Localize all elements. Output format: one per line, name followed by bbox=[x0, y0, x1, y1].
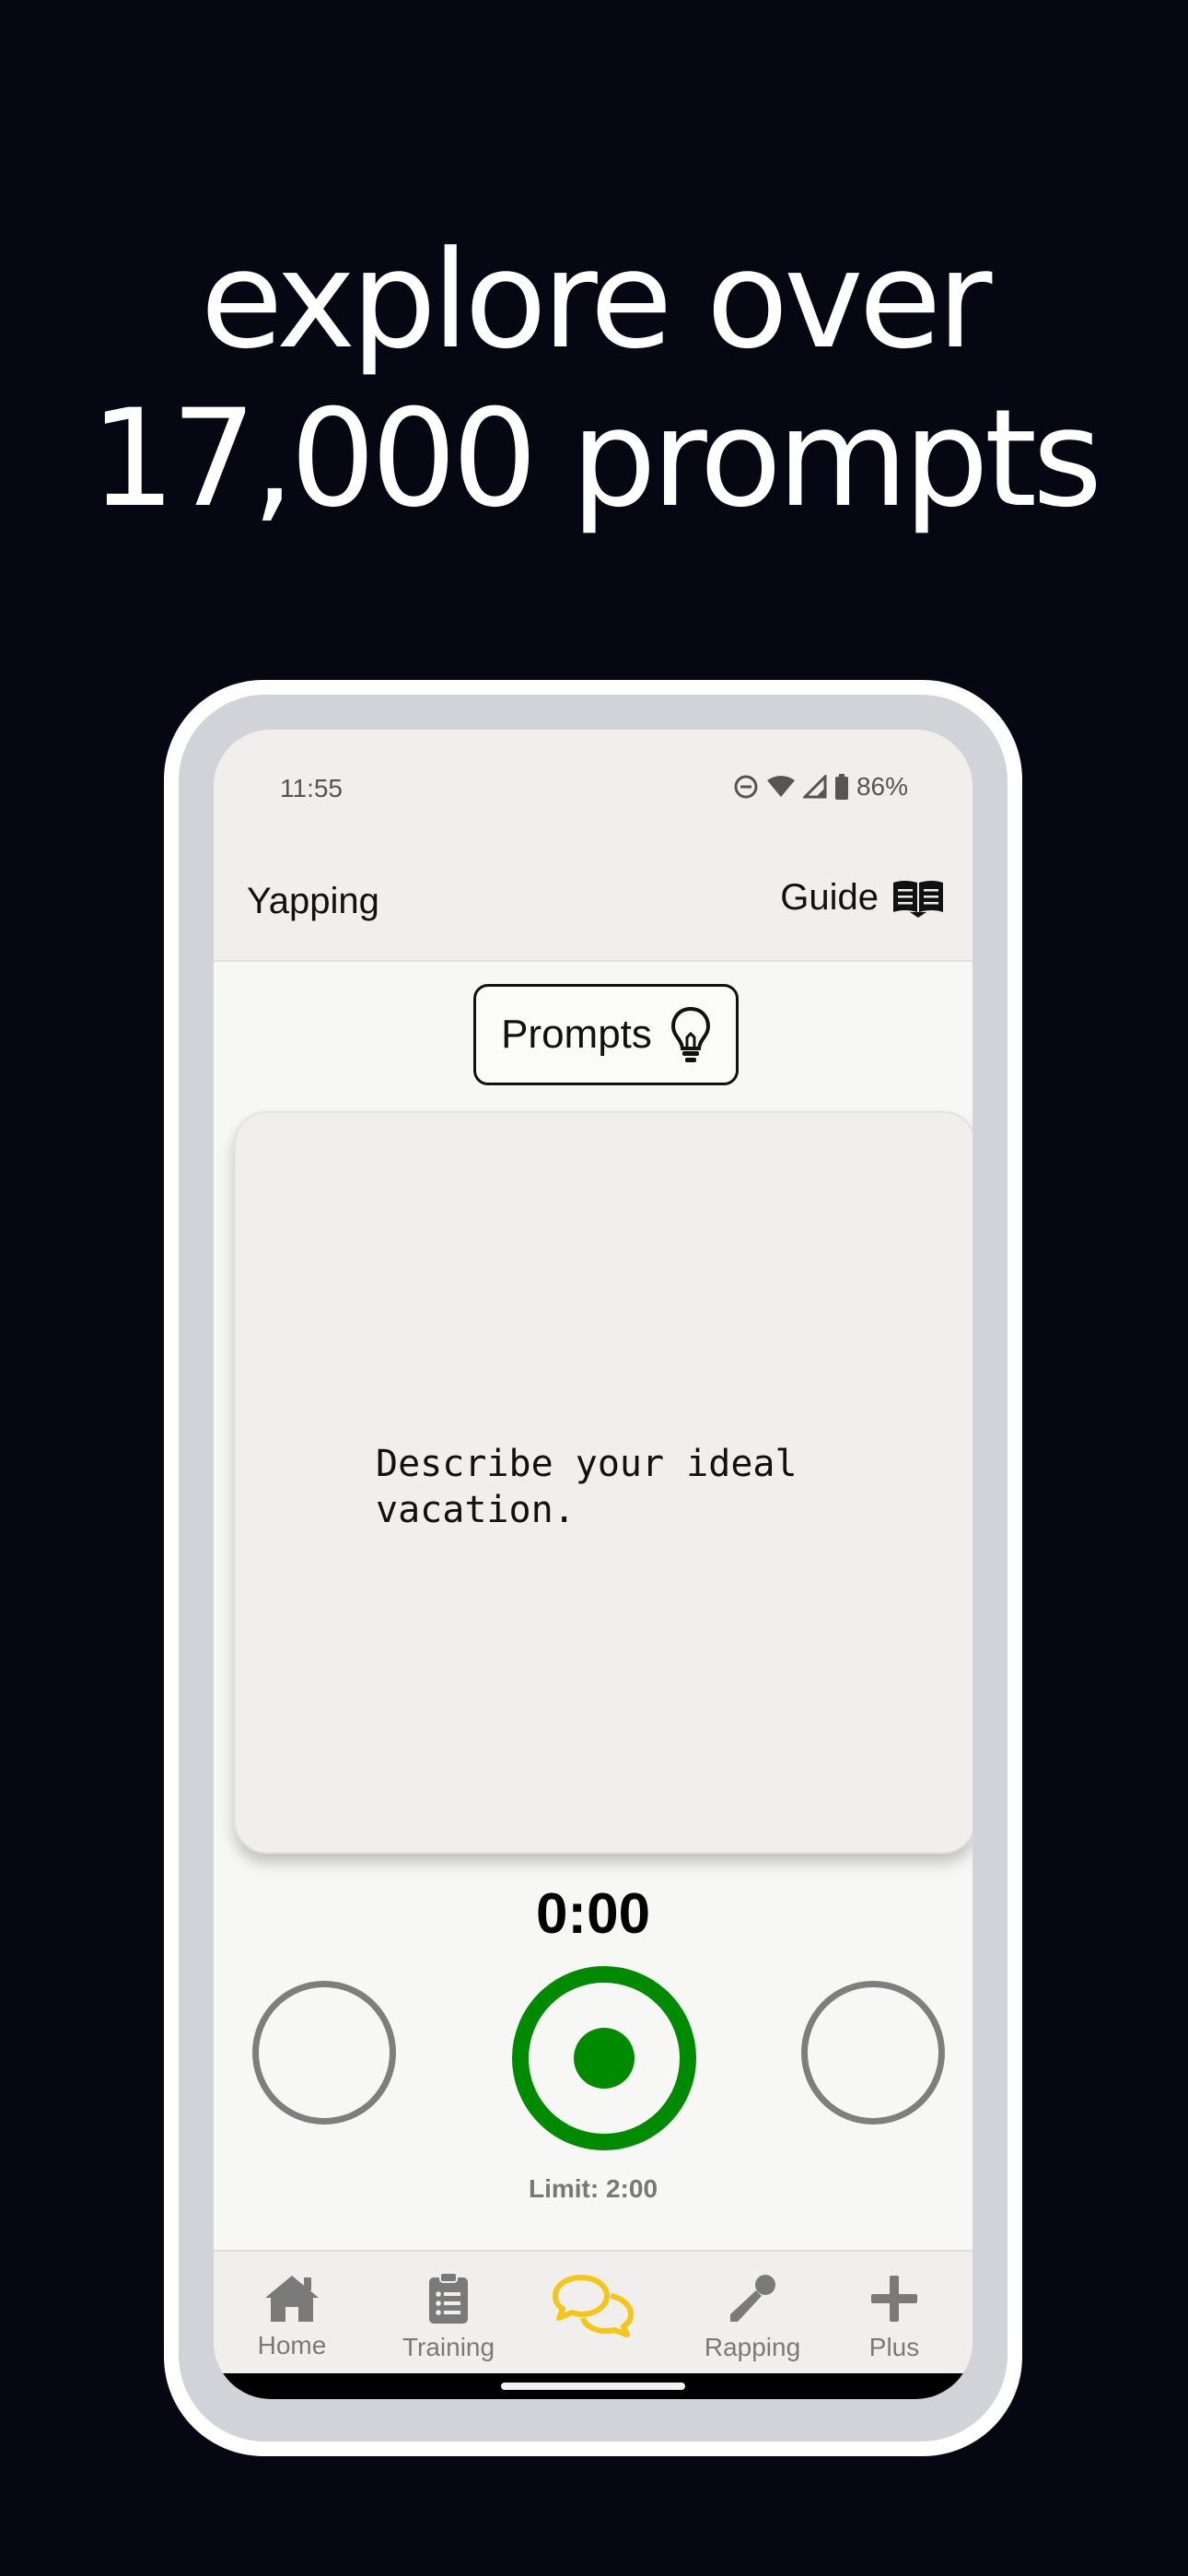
status-bar: 11:55 86% bbox=[214, 730, 973, 831]
phone-screen: 11:55 86% Yapping Guide Prompts Describe… bbox=[214, 730, 973, 2399]
app-bar: Yapping Guide bbox=[214, 831, 973, 962]
app-title: Yapping bbox=[247, 881, 379, 921]
right-action-button[interactable] bbox=[801, 1981, 945, 2125]
phone-bezel: 11:55 86% Yapping Guide Prompts Describe… bbox=[179, 695, 1007, 2441]
book-icon bbox=[893, 880, 943, 918]
record-dot-icon bbox=[574, 2028, 635, 2089]
nav-item-home[interactable]: Home bbox=[214, 2272, 370, 2360]
left-action-button[interactable] bbox=[252, 1981, 396, 2125]
plus-icon bbox=[871, 2276, 917, 2322]
guide-button[interactable]: Guide bbox=[780, 877, 945, 919]
do-not-disturb-icon bbox=[734, 775, 758, 799]
status-time: 11:55 bbox=[280, 774, 343, 802]
battery-icon bbox=[834, 774, 848, 800]
microphone-icon bbox=[730, 2275, 775, 2322]
prompts-button-label: Prompts bbox=[501, 1012, 652, 1057]
nav-label-training: Training bbox=[402, 2333, 495, 2361]
nav-label-home: Home bbox=[257, 2331, 327, 2359]
battery-percent: 86% bbox=[856, 772, 908, 801]
clipboard-list-icon bbox=[429, 2272, 468, 2324]
bottom-nav: Home Training Rapping Plus bbox=[214, 2250, 973, 2399]
prompt-text: Describe your ideal vacation. bbox=[376, 1443, 798, 1531]
phone-frame: 11:55 86% Yapping Guide Prompts Describe… bbox=[164, 680, 1022, 2456]
status-icons: 86% bbox=[733, 772, 908, 802]
timer: 0:00 bbox=[535, 1882, 651, 1946]
nav-item-yapping[interactable] bbox=[515, 2272, 671, 2348]
guide-label: Guide bbox=[780, 877, 879, 918]
home-icon bbox=[265, 2276, 319, 2322]
prompt-card[interactable]: Describe your ideal vacation. bbox=[234, 1111, 973, 1854]
lightbulb-icon bbox=[670, 1006, 710, 1062]
record-button[interactable] bbox=[512, 1966, 696, 2150]
headline-line-1: explore over bbox=[200, 222, 993, 379]
prompts-button[interactable]: Prompts bbox=[473, 984, 739, 1085]
nav-label-rapping: Rapping bbox=[704, 2333, 801, 2361]
time-limit: Limit: 2:00 bbox=[528, 2174, 658, 2203]
home-indicator[interactable] bbox=[501, 2383, 685, 2390]
wifi-icon bbox=[766, 776, 795, 797]
headline-line-2: 17,000 prompts bbox=[89, 381, 1102, 537]
headline: explore over 17,000 prompts bbox=[0, 221, 1188, 538]
nav-item-rapping[interactable]: Rapping bbox=[674, 2272, 831, 2362]
nav-item-plus[interactable]: Plus bbox=[816, 2272, 973, 2362]
nav-label-plus: Plus bbox=[868, 2333, 920, 2361]
gesture-bar bbox=[214, 2373, 973, 2399]
nav-item-training[interactable]: Training bbox=[370, 2272, 527, 2362]
signal-icon bbox=[802, 775, 827, 799]
chat-bubbles-icon bbox=[553, 2275, 634, 2337]
